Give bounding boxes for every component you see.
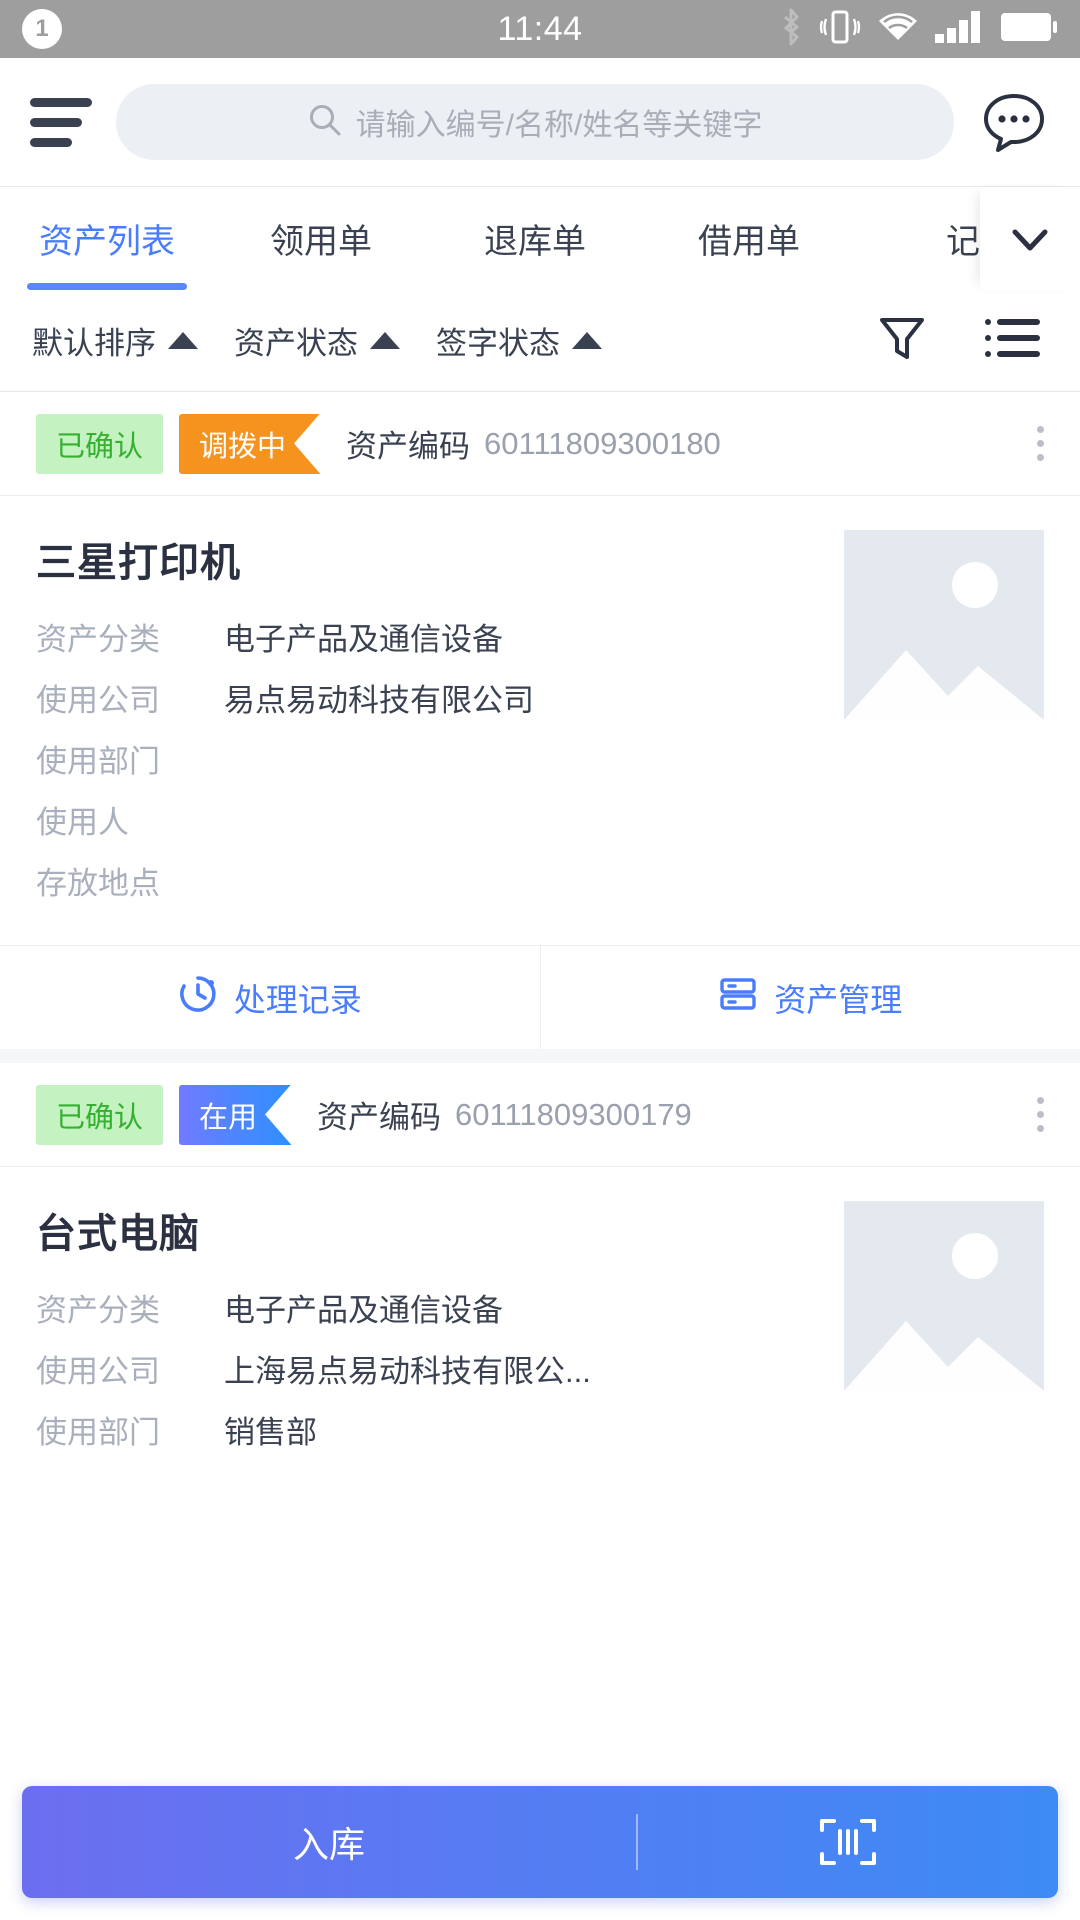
filter-label: 默认排序 — [32, 326, 156, 361]
asset-code-value: 60111809300180 — [484, 425, 721, 461]
filter-asset-status[interactable]: 资产状态 — [216, 318, 418, 363]
state-badge: 调拨中 — [179, 413, 321, 474]
action-label: 资产管理 — [774, 981, 903, 1018]
filter-bar: 默认排序 资产状态 签字状态 — [0, 290, 1080, 392]
asset-manage-icon — [718, 974, 758, 1022]
tab-partial-next[interactable]: 记 — [856, 187, 980, 290]
filter-funnel-icon[interactable] — [876, 312, 928, 369]
battery-icon — [1000, 12, 1058, 47]
asset-list: 已确认 调拨中 资产编码 60111809300180 三星打印机 资产分类 电… — [0, 392, 1080, 1494]
inbound-button-label: 入库 — [292, 1824, 365, 1865]
action-label: 处理记录 — [233, 981, 362, 1018]
detail-label: 资产分类 — [36, 1293, 160, 1328]
asset-code-label: 资产编码 — [346, 429, 471, 464]
detail-row: 使用公司 易点易动科技有限公司 — [36, 675, 816, 720]
asset-details: 台式电脑 资产分类 电子产品及通信设备 使用公司 上海易点易动科技有限公... … — [36, 1201, 816, 1468]
asset-card[interactable]: 已确认 在用 资产编码 60111809300179 台式电脑 资产分类 电子产… — [0, 1063, 1080, 1494]
detail-row: 使用人 — [36, 797, 816, 842]
history-clock-icon — [178, 974, 218, 1022]
filter-label: 资产状态 — [234, 326, 358, 361]
asset-details: 三星打印机 资产分类 电子产品及通信设备 使用公司 易点易动科技有限公司 使用部… — [36, 530, 816, 919]
detail-value: 上海易点易动科技有限公... — [224, 1354, 591, 1389]
detail-label: 使用部门 — [36, 744, 160, 779]
status-bar: 1 11:44 — [0, 0, 1080, 58]
detail-value: 电子产品及通信设备 — [224, 1293, 503, 1328]
detail-row: 资产分类 电子产品及通信设备 — [36, 1285, 816, 1330]
app-header: 请输入编号/名称/姓名等关键字 — [0, 58, 1080, 186]
bluetooth-icon — [778, 7, 804, 52]
asset-card-header: 已确认 在用 资产编码 60111809300179 — [0, 1063, 1080, 1167]
tab-label: 领用单 — [270, 223, 372, 261]
detail-row: 存放地点 — [36, 858, 816, 903]
detail-label: 使用公司 — [36, 683, 160, 718]
filter-bar-icons — [876, 312, 1062, 369]
caret-up-icon — [370, 332, 400, 349]
scan-barcode-icon[interactable] — [638, 1816, 1058, 1868]
detail-row: 资产分类 电子产品及通信设备 — [36, 614, 816, 659]
asset-card-body: 三星打印机 资产分类 电子产品及通信设备 使用公司 易点易动科技有限公司 使用部… — [0, 496, 1080, 945]
list-view-icon[interactable] — [984, 315, 1040, 366]
asset-code-label: 资产编码 — [317, 1100, 442, 1135]
tab-label: 记 — [946, 223, 980, 261]
search-icon — [308, 103, 342, 142]
detail-label: 使用人 — [36, 805, 129, 840]
action-process-record[interactable]: 处理记录 — [0, 946, 540, 1049]
image-placeholder-icon — [844, 1201, 1044, 1391]
detail-row: 使用公司 上海易点易动科技有限公... — [36, 1346, 816, 1391]
hamburger-menu-icon[interactable] — [30, 97, 92, 147]
detail-label: 资产分类 — [36, 622, 160, 657]
detail-row: 使用部门 销售部 — [36, 1407, 816, 1452]
notification-count-badge: 1 — [22, 9, 62, 49]
asset-card-body: 台式电脑 资产分类 电子产品及通信设备 使用公司 上海易点易动科技有限公... … — [0, 1167, 1080, 1494]
asset-title: 三星打印机 — [36, 541, 241, 585]
chevron-down-icon[interactable] — [980, 187, 1080, 290]
status-badge: 已确认 — [36, 1084, 164, 1145]
tab-borrow[interactable]: 借用单 — [642, 187, 856, 290]
inbound-button[interactable]: 入库 — [22, 1816, 636, 1868]
asset-card-actions: 处理记录 资产管理 — [0, 945, 1080, 1049]
filter-default-sort[interactable]: 默认排序 — [14, 318, 216, 363]
more-vertical-icon[interactable] — [1021, 426, 1044, 461]
detail-row: 使用部门 — [36, 736, 816, 781]
chat-bubble-icon[interactable] — [978, 86, 1050, 158]
wifi-icon — [876, 10, 920, 49]
detail-value: 销售部 — [224, 1415, 317, 1450]
image-placeholder-icon — [844, 530, 1044, 720]
status-bar-icons — [778, 7, 1058, 52]
filter-label: 签字状态 — [436, 326, 560, 361]
tab-return[interactable]: 退库单 — [428, 187, 642, 290]
detail-label: 存放地点 — [36, 866, 160, 901]
asset-card[interactable]: 已确认 调拨中 资产编码 60111809300180 三星打印机 资产分类 电… — [0, 392, 1080, 1049]
detail-value: 易点易动科技有限公司 — [224, 683, 534, 718]
state-badge: 在用 — [179, 1084, 292, 1145]
asset-code-value: 60111809300179 — [455, 1096, 692, 1132]
asset-card-header: 已确认 调拨中 资产编码 60111809300180 — [0, 392, 1080, 496]
tab-requisition[interactable]: 领用单 — [214, 187, 428, 290]
tab-bar: 资产列表 领用单 退库单 借用单 记 — [0, 186, 1080, 290]
signal-icon — [934, 10, 986, 49]
asset-title: 台式电脑 — [36, 1212, 200, 1256]
vibrate-icon — [818, 7, 862, 52]
detail-value: 电子产品及通信设备 — [224, 622, 503, 657]
detail-label: 使用部门 — [36, 1415, 160, 1450]
caret-up-icon — [168, 332, 198, 349]
bottom-action-bar: 入库 — [22, 1786, 1058, 1898]
search-input[interactable]: 请输入编号/名称/姓名等关键字 — [116, 84, 954, 160]
caret-up-icon — [572, 332, 602, 349]
search-placeholder: 请输入编号/名称/姓名等关键字 — [355, 109, 763, 142]
tab-asset-list[interactable]: 资产列表 — [0, 187, 214, 290]
tab-label: 退库单 — [484, 223, 586, 261]
tabs-scroll-container[interactable]: 资产列表 领用单 退库单 借用单 记 — [0, 187, 980, 290]
tab-label: 资产列表 — [39, 223, 175, 261]
filter-signature-status[interactable]: 签字状态 — [418, 318, 620, 363]
detail-label: 使用公司 — [36, 1354, 160, 1389]
action-asset-management[interactable]: 资产管理 — [539, 946, 1080, 1049]
more-vertical-icon[interactable] — [1021, 1097, 1044, 1132]
tab-label: 借用单 — [698, 223, 800, 261]
status-badge: 已确认 — [36, 413, 164, 474]
